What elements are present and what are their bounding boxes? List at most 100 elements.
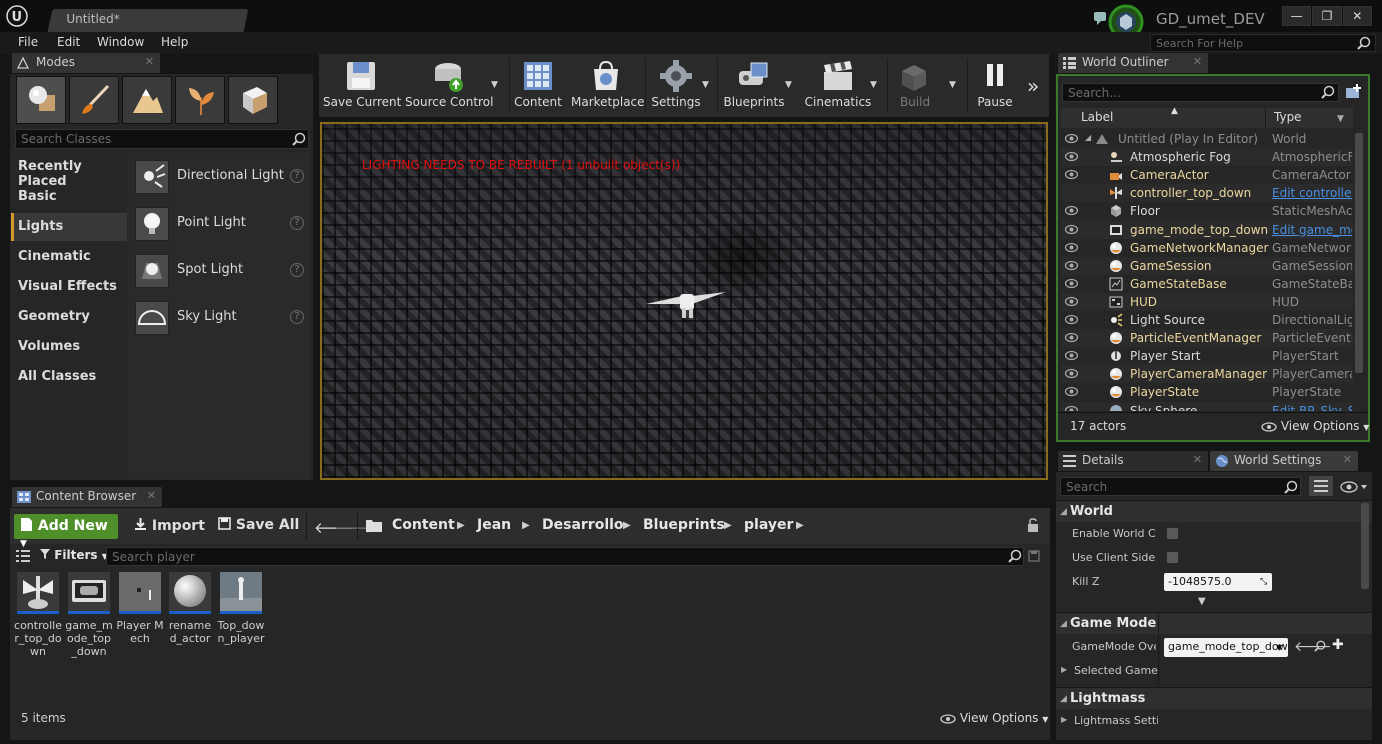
outliner-row[interactable]: GameSession GameSession [1061, 256, 1353, 275]
document-tab[interactable]: Untitled* [47, 9, 249, 32]
level-viewport[interactable]: LIGHTING NEEDS TO BE REBUILT (1 unbuilt … [320, 122, 1048, 480]
category-recently-placed[interactable]: Recently Placed [11, 153, 127, 189]
minimize-button[interactable]: — [1282, 6, 1312, 26]
expand-arrow-icon[interactable]: ▶ [1061, 665, 1067, 674]
use-client-side-checkbox[interactable] [1166, 551, 1179, 564]
category-all-classes[interactable]: All Classes [11, 363, 127, 391]
import-button[interactable]: Import [134, 517, 205, 534]
outliner-row[interactable]: CameraActor CameraActor [1061, 166, 1353, 184]
content-button[interactable]: Content [513, 54, 563, 116]
tab-world-settings[interactable]: World Settings ✕ [1210, 451, 1358, 471]
content-view-options-button[interactable]: View Options ▼ [940, 711, 1048, 725]
add-folder-icon[interactable] [1345, 83, 1363, 101]
asset-tile[interactable]: game_mode_top_down [65, 572, 113, 658]
chevron-down-icon[interactable]: ▼ [785, 80, 792, 90]
source-control-button[interactable]: Source Control [405, 54, 493, 116]
visibility-eye-icon[interactable] [1065, 187, 1078, 198]
expand-advanced-icon[interactable]: ▼ [1198, 596, 1206, 607]
maximize-button[interactable]: ❐ [1312, 6, 1342, 26]
outliner-row[interactable]: PlayerCameraManager PlayerCameraManager [1061, 365, 1353, 384]
category-volumes[interactable]: Volumes [11, 333, 127, 361]
outliner-row[interactable]: Atmospheric Fog AtmosphericFog [1061, 148, 1353, 167]
cinematics-button[interactable]: Cinematics [803, 54, 873, 116]
outliner-row[interactable]: Floor StaticMeshActor [1061, 202, 1353, 220]
outliner-search-input[interactable]: Search... [1062, 83, 1339, 102]
tab-modes[interactable]: Modes ✕ [12, 53, 160, 73]
menu-edit[interactable]: Edit [57, 35, 80, 49]
breadcrumb-jean[interactable]: Jean [477, 517, 511, 533]
breadcrumb-separator-icon[interactable]: ▶ [522, 520, 530, 531]
category-cinematic[interactable]: Cinematic [11, 243, 127, 271]
outliner-row[interactable]: controller_top_down Edit controller_top_d… [1061, 184, 1353, 203]
close-icon[interactable]: ✕ [145, 55, 154, 68]
outliner-scrollbar[interactable] [1355, 133, 1363, 373]
visibility-eye-icon[interactable] [1065, 314, 1078, 325]
outliner-row[interactable]: PlayerState PlayerState [1061, 383, 1353, 401]
help-icon[interactable]: ? [290, 216, 304, 230]
save-search-icon[interactable] [1028, 550, 1040, 562]
chevron-down-icon[interactable]: ▼ [491, 80, 498, 90]
expand-arrow-icon[interactable]: ▶ [1061, 715, 1067, 724]
breadcrumb-separator-icon[interactable]: ▶ [724, 520, 732, 531]
create-new-icon[interactable]: ✚ [1332, 637, 1344, 653]
category-visual-effects[interactable]: Visual Effects [11, 273, 127, 301]
outliner-row[interactable]: Sky Sphere Edit BP_Sky_Sphere [1061, 401, 1353, 411]
tab-world-outliner[interactable]: World Outliner ✕ [1058, 53, 1208, 73]
section-world[interactable]: ◢ World [1056, 500, 1372, 522]
asset-tile[interactable]: Player Mech [116, 572, 164, 645]
help-icon[interactable]: ? [290, 263, 304, 277]
add-new-button[interactable]: Add New ▼ [14, 514, 118, 549]
view-options-eye-icon[interactable] [1340, 480, 1370, 494]
sources-toggle-icon[interactable] [16, 550, 30, 562]
asset-tile[interactable]: renamed_actor [166, 572, 214, 645]
chevron-down-icon[interactable]: ▼ [702, 80, 709, 90]
column-label[interactable]: Label [1081, 110, 1113, 124]
outliner-view-options-button[interactable]: View Options ▼ [1261, 419, 1369, 433]
details-scrollbar[interactable] [1361, 503, 1369, 589]
outliner-row[interactable]: GameNetworkManagerGameNetworkManager [1061, 239, 1353, 257]
asset-tile[interactable]: controller_top_down [14, 572, 62, 658]
place-point-light[interactable]: Point Light ? [133, 205, 309, 243]
blueprints-button[interactable]: Blueprints [721, 54, 787, 116]
breadcrumb-separator-icon[interactable]: ▶ [796, 520, 804, 531]
player-mech-mesh[interactable] [642, 284, 732, 324]
tab-content-browser[interactable]: Content Browser ✕ [12, 487, 162, 507]
help-icon[interactable]: ? [290, 310, 304, 324]
place-directional-light[interactable]: Directional Light ? [133, 158, 309, 196]
visibility-eye-icon[interactable] [1065, 260, 1078, 271]
place-spot-light[interactable]: Spot Light ? [133, 252, 309, 290]
outliner-row-type[interactable]: Edit BP_Sky_Sphere [1272, 404, 1352, 411]
unreal-logo-icon[interactable]: U [6, 5, 32, 27]
outliner-row[interactable]: HUD HUD [1061, 292, 1353, 311]
mode-geometry-edit[interactable] [228, 76, 278, 124]
settings-button[interactable]: Settings [649, 54, 703, 116]
filters-button[interactable]: Filters ▼ [40, 548, 108, 562]
breadcrumb-separator-icon[interactable]: ▶ [457, 520, 465, 531]
search-help-input[interactable]: Search For Help [1150, 34, 1376, 52]
visibility-eye-icon[interactable] [1065, 350, 1078, 361]
visibility-eye-icon[interactable] [1065, 368, 1078, 379]
visibility-eye-icon[interactable] [1065, 405, 1078, 411]
breadcrumb-separator-icon[interactable]: ▶ [623, 520, 631, 531]
outliner-row[interactable]: Light Source DirectionalLight [1061, 311, 1353, 329]
menu-window[interactable]: Window [97, 35, 144, 49]
build-button[interactable]: Build [891, 54, 939, 116]
menu-help[interactable]: Help [161, 35, 188, 49]
visibility-eye-icon[interactable] [1065, 224, 1078, 235]
chevron-down-icon[interactable]: ▼ [1337, 114, 1344, 124]
save-current-button[interactable]: Save Current [323, 54, 401, 116]
toolbar-overflow-icon[interactable]: » [1027, 74, 1039, 98]
category-lights[interactable]: Lights [11, 213, 127, 241]
visibility-eye-icon[interactable] [1065, 386, 1078, 397]
pause-button[interactable]: Pause [971, 54, 1019, 116]
category-basic[interactable]: Basic [11, 183, 127, 211]
section-game-mode[interactable]: ◢ Game Mode [1056, 612, 1372, 634]
visibility-eye-icon[interactable] [1065, 151, 1078, 162]
kill-z-input[interactable]: -1048575.0 [1164, 573, 1272, 591]
gamemode-override-dropdown[interactable]: game_mode_top_down [1164, 638, 1288, 657]
browse-search-icon[interactable] [1314, 640, 1326, 652]
mode-place[interactable] [16, 76, 66, 124]
column-type[interactable]: Type [1274, 110, 1302, 124]
section-lightmass[interactable]: ◢ Lightmass [1056, 687, 1372, 709]
outliner-row-type[interactable]: Edit controller_top_down [1272, 186, 1352, 200]
